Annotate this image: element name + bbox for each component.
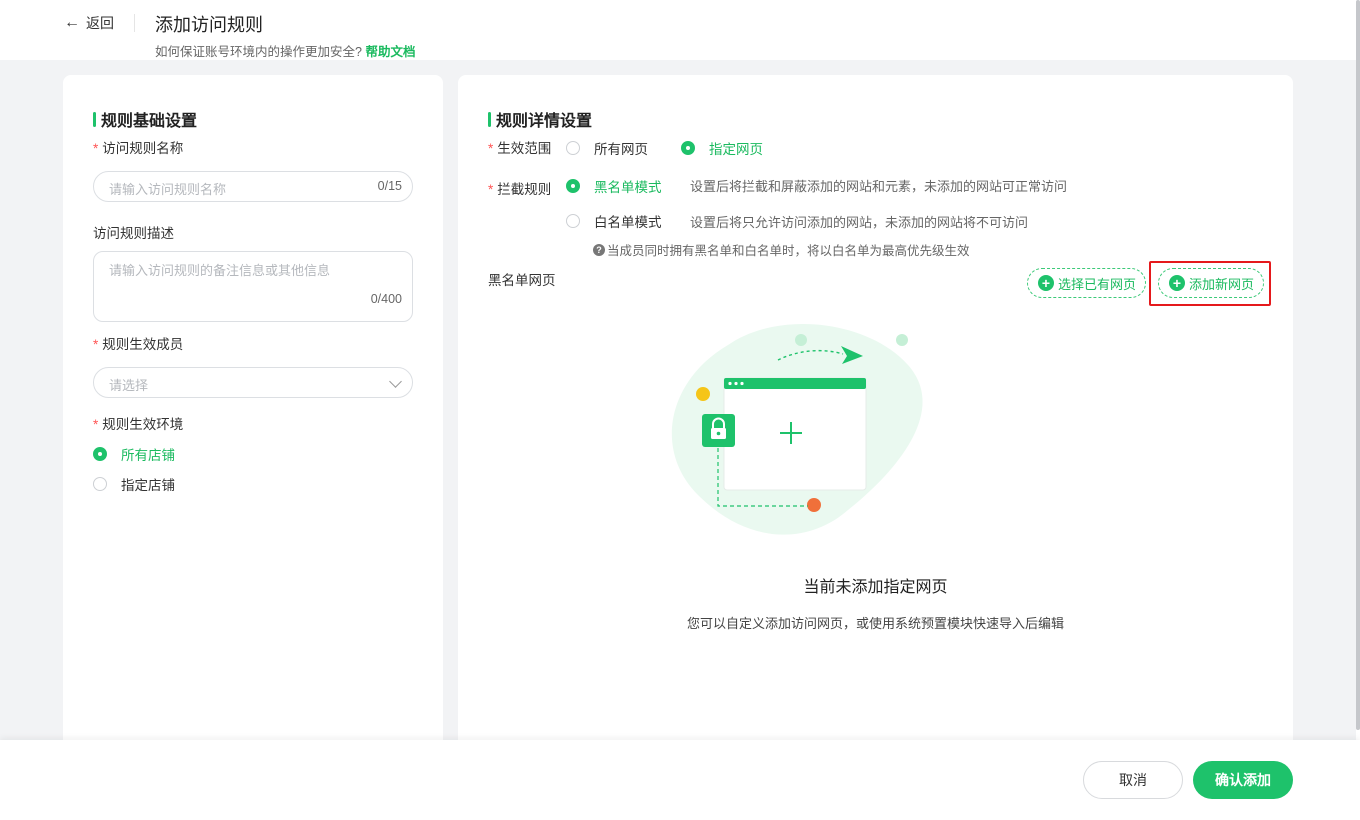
blacklist-mode-option[interactable]: 黑名单模式 <box>566 176 662 196</box>
back-button[interactable]: ← 返回 <box>64 13 114 33</box>
scope-option-label: 所有网页 <box>594 142 648 157</box>
section-title-text: 规则基础设置 <box>101 113 198 130</box>
rule-desc-textarea[interactable]: 请输入访问规则的备注信息或其他信息 0/400 <box>93 251 413 322</box>
header-divider <box>134 14 135 32</box>
env-option-label: 指定店铺 <box>121 478 175 493</box>
title-accent-bar <box>93 111 96 127</box>
required-mark: * <box>93 141 99 156</box>
radio-checked-icon[interactable] <box>566 179 580 193</box>
empty-state-desc: 您可以自定义添加访问网页，或使用系统预置模块快速导入后编辑 <box>686 616 1064 631</box>
scrollbar-thumb[interactable] <box>1356 0 1360 730</box>
select-existing-pages-button[interactable]: + 选择已有网页 <box>1027 268 1147 298</box>
intercept-label-text: 拦截规则 <box>497 182 552 197</box>
rule-desc-placeholder: 请输入访问规则的备注信息或其他信息 <box>109 263 331 278</box>
page-title: 添加访问规则 <box>155 15 263 35</box>
radio-unchecked-icon[interactable] <box>93 477 107 491</box>
subtitle-text: 如何保证账号环境内的操作更加安全? <box>155 45 362 59</box>
scope-option-specific-pages[interactable]: 指定网页 <box>681 138 763 158</box>
rule-name-counter: 0/15 <box>377 179 402 193</box>
blacklist-mode-desc: 设置后将拦截和屏蔽添加的网站和元素，未添加的网站可正常访问 <box>690 179 1068 194</box>
priority-hint-text: 当成员同时拥有黑名单和白名单时，将以白名单为最高优先级生效 <box>607 244 970 258</box>
empty-state-illustration <box>671 323 923 535</box>
radio-unchecked-icon[interactable] <box>566 141 580 155</box>
whitelist-mode-desc: 设置后将只允许访问添加的网站，未添加的网站将不可访问 <box>690 215 1029 230</box>
whitelist-mode-option[interactable]: 白名单模式 <box>566 211 662 231</box>
required-mark: * <box>93 417 99 432</box>
scope-option-all-pages[interactable]: 所有网页 <box>566 138 648 158</box>
env-option-all-shops[interactable]: 所有店铺 <box>93 444 175 464</box>
select-existing-pages-label: 选择已有网页 <box>1058 276 1137 292</box>
empty-state-title: 当前未添加指定网页 <box>803 579 948 596</box>
cancel-button[interactable]: 取消 <box>1083 761 1183 799</box>
basic-settings-card: 规则基础设置 * 访问规则名称 请输入访问规则名称 0/15 访问规则描述 请输入… <box>63 75 443 755</box>
rule-desc-counter: 0/400 <box>370 292 402 306</box>
basic-settings-title: 规则基础设置 <box>93 107 197 131</box>
radio-unchecked-icon[interactable] <box>566 214 580 228</box>
radio-checked-icon[interactable] <box>681 141 695 155</box>
plus-circle-icon: + <box>1038 275 1054 291</box>
members-select[interactable]: 请选择 <box>93 367 413 398</box>
rule-name-label-text: 访问规则名称 <box>102 141 184 156</box>
detail-settings-card: 规则详情设置 * 生效范围 所有网页 指定网页 * 拦截规则 黑名单模式 设置后将拦… <box>458 75 1293 755</box>
highlight-frame <box>1149 261 1271 306</box>
back-label: 返回 <box>86 15 114 31</box>
blacklist-mode-label: 黑名单模式 <box>594 180 662 195</box>
required-mark: * <box>488 182 494 197</box>
detail-settings-title: 规则详情设置 <box>488 107 592 131</box>
arrow-left-icon: ← <box>64 14 80 31</box>
page-header: ← 返回 添加访问规则 如何保证账号环境内的操作更加安全? 帮助文档 <box>0 0 1356 60</box>
env-label-text: 规则生效环境 <box>102 417 184 432</box>
footer-bar: 取消 确认添加 <box>0 740 1360 820</box>
section-title-text: 规则详情设置 <box>496 113 593 130</box>
page-subtitle: 如何保证账号环境内的操作更加安全? 帮助文档 <box>155 41 415 60</box>
scrollbar-track[interactable] <box>1356 0 1360 740</box>
members-label: * 规则生效成员 <box>93 333 183 353</box>
env-label: * 规则生效环境 <box>93 413 183 433</box>
members-label-text: 规则生效成员 <box>102 337 184 352</box>
blacklist-pages-label: 黑名单网页 <box>488 273 556 288</box>
members-placeholder: 请选择 <box>109 378 149 393</box>
chevron-down-icon <box>389 375 402 388</box>
rule-name-placeholder: 请输入访问规则名称 <box>109 182 227 197</box>
priority-hint: ? 当成员同时拥有黑名单和白名单时，将以白名单为最高优先级生效 <box>593 240 970 259</box>
env-option-label: 所有店铺 <box>121 448 175 463</box>
radio-checked-icon[interactable] <box>93 447 107 461</box>
rule-name-label: * 访问规则名称 <box>93 137 183 157</box>
confirm-add-button[interactable]: 确认添加 <box>1193 761 1293 799</box>
required-mark: * <box>93 337 99 352</box>
required-mark: * <box>488 141 494 156</box>
rule-name-input[interactable]: 请输入访问规则名称 0/15 <box>93 171 413 202</box>
whitelist-mode-label: 白名单模式 <box>594 215 662 230</box>
title-accent-bar <box>488 111 491 127</box>
scope-label-text: 生效范围 <box>497 141 552 156</box>
scope-label: * 生效范围 <box>488 137 551 157</box>
env-option-specific-shops[interactable]: 指定店铺 <box>93 474 175 494</box>
question-icon: ? <box>593 243 605 256</box>
intercept-label: * 拦截规则 <box>488 178 551 198</box>
rule-desc-label: 访问规则描述 <box>93 226 174 241</box>
help-doc-link[interactable]: 帮助文档 <box>365 45 415 59</box>
scope-option-label: 指定网页 <box>709 142 763 157</box>
